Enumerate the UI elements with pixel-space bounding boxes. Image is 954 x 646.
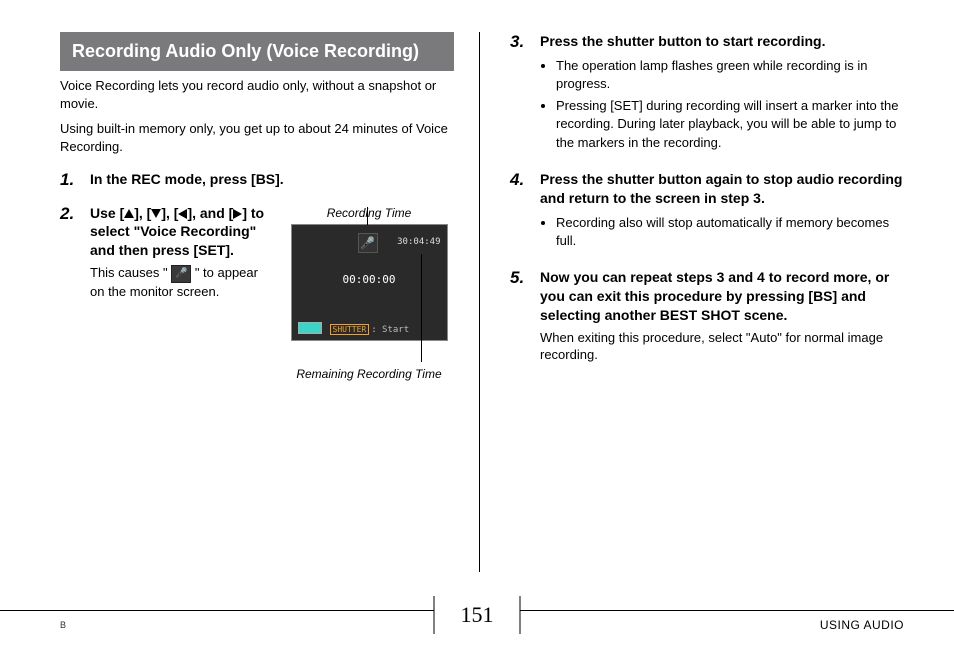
step-number: 4.	[510, 170, 532, 254]
right-column: 3. Press the shutter button to start rec…	[510, 32, 904, 572]
footer-row: B 151 USING AUDIO	[60, 610, 904, 632]
lcd-illustration-block: Recording Time 🎤 30:04:49 00:00:00 SHUTT…	[284, 204, 454, 385]
left-column: Recording Audio Only (Voice Recording) V…	[60, 32, 480, 572]
step-number: 3.	[510, 32, 532, 156]
content-columns: Recording Audio Only (Voice Recording) V…	[60, 32, 904, 572]
step-body: Now you can repeat steps 3 and 4 to reco…	[540, 268, 904, 364]
footer-section-label: USING AUDIO	[820, 610, 904, 632]
shutter-hint: SHUTTER: Start	[330, 325, 410, 335]
step-body: Use [], [], [], and [] to select "Voice …	[90, 204, 454, 385]
step-1: 1. In the REC mode, press [BS].	[60, 170, 454, 190]
step-title: In the REC mode, press [BS].	[90, 170, 454, 189]
arrow-down-icon	[151, 209, 161, 218]
battery-icon	[298, 322, 322, 334]
footer-left-marker: B	[60, 612, 66, 630]
elapsed-time-value: 00:00:00	[292, 273, 447, 286]
step-body: In the REC mode, press [BS].	[90, 170, 454, 190]
text-fragment: ], and [	[187, 205, 233, 221]
step-title: Use [], [], [], and [] to select "Voice …	[90, 204, 274, 261]
arrow-right-icon	[233, 209, 242, 219]
shutter-label: SHUTTER	[330, 324, 370, 335]
list-item: The operation lamp flashes green while r…	[556, 57, 904, 93]
list-item: Pressing [SET] during recording will ins…	[556, 97, 904, 152]
manual-page: Recording Audio Only (Voice Recording) V…	[0, 0, 954, 646]
page-number: 151	[434, 596, 521, 634]
step-number: 2.	[60, 204, 82, 385]
microphone-icon: 🎤	[358, 233, 378, 253]
text-fragment: ], [	[161, 205, 178, 221]
step-bullets: The operation lamp flashes green while r…	[540, 57, 904, 152]
text-fragment: Use [	[90, 205, 124, 221]
step-title: Press the shutter button again to stop a…	[540, 170, 904, 208]
step-number: 1.	[60, 170, 82, 190]
intro-paragraph-2: Using built-in memory only, you get up t…	[60, 120, 454, 155]
text-fragment: This causes "	[90, 265, 171, 280]
step-title: Press the shutter button to start record…	[540, 32, 904, 51]
step-2-text: Use [], [], [], and [] to select "Voice …	[90, 204, 274, 385]
camera-lcd-screen: 🎤 30:04:49 00:00:00 SHUTTER: Start	[291, 224, 448, 341]
start-label: : Start	[371, 325, 409, 335]
step-2: 2. Use [], [], [], and [] to select "Voi…	[60, 204, 454, 385]
step-title: Now you can repeat steps 3 and 4 to reco…	[540, 268, 904, 325]
callout-line	[367, 207, 368, 225]
step-body: Press the shutter button again to stop a…	[540, 170, 904, 254]
remaining-time-value: 30:04:49	[397, 237, 440, 247]
lcd-container: 🎤 30:04:49 00:00:00 SHUTTER: Start	[284, 224, 454, 341]
intro-paragraph-1: Voice Recording lets you record audio on…	[60, 77, 454, 112]
step-note: This causes " 🎤 " to appear on the monit…	[90, 264, 274, 300]
microphone-icon: 🎤	[171, 265, 191, 283]
step-bullets: Recording also will stop automatically i…	[540, 214, 904, 250]
step-4: 4. Press the shutter button again to sto…	[510, 170, 904, 254]
arrow-up-icon	[124, 209, 134, 218]
text-fragment: ], [	[134, 205, 151, 221]
step-body: Press the shutter button to start record…	[540, 32, 904, 156]
step-note: When exiting this procedure, select "Aut…	[540, 329, 904, 364]
page-footer: B 151 USING AUDIO	[0, 610, 954, 632]
section-heading: Recording Audio Only (Voice Recording)	[60, 32, 454, 71]
step-3: 3. Press the shutter button to start rec…	[510, 32, 904, 156]
caption-recording-time: Recording Time	[284, 206, 454, 220]
caption-remaining-time: Remaining Recording Time	[284, 367, 454, 381]
list-item: Recording also will stop automatically i…	[556, 214, 904, 250]
callout-line	[421, 254, 422, 362]
step-number: 5.	[510, 268, 532, 364]
step-5: 5. Now you can repeat steps 3 and 4 to r…	[510, 268, 904, 364]
